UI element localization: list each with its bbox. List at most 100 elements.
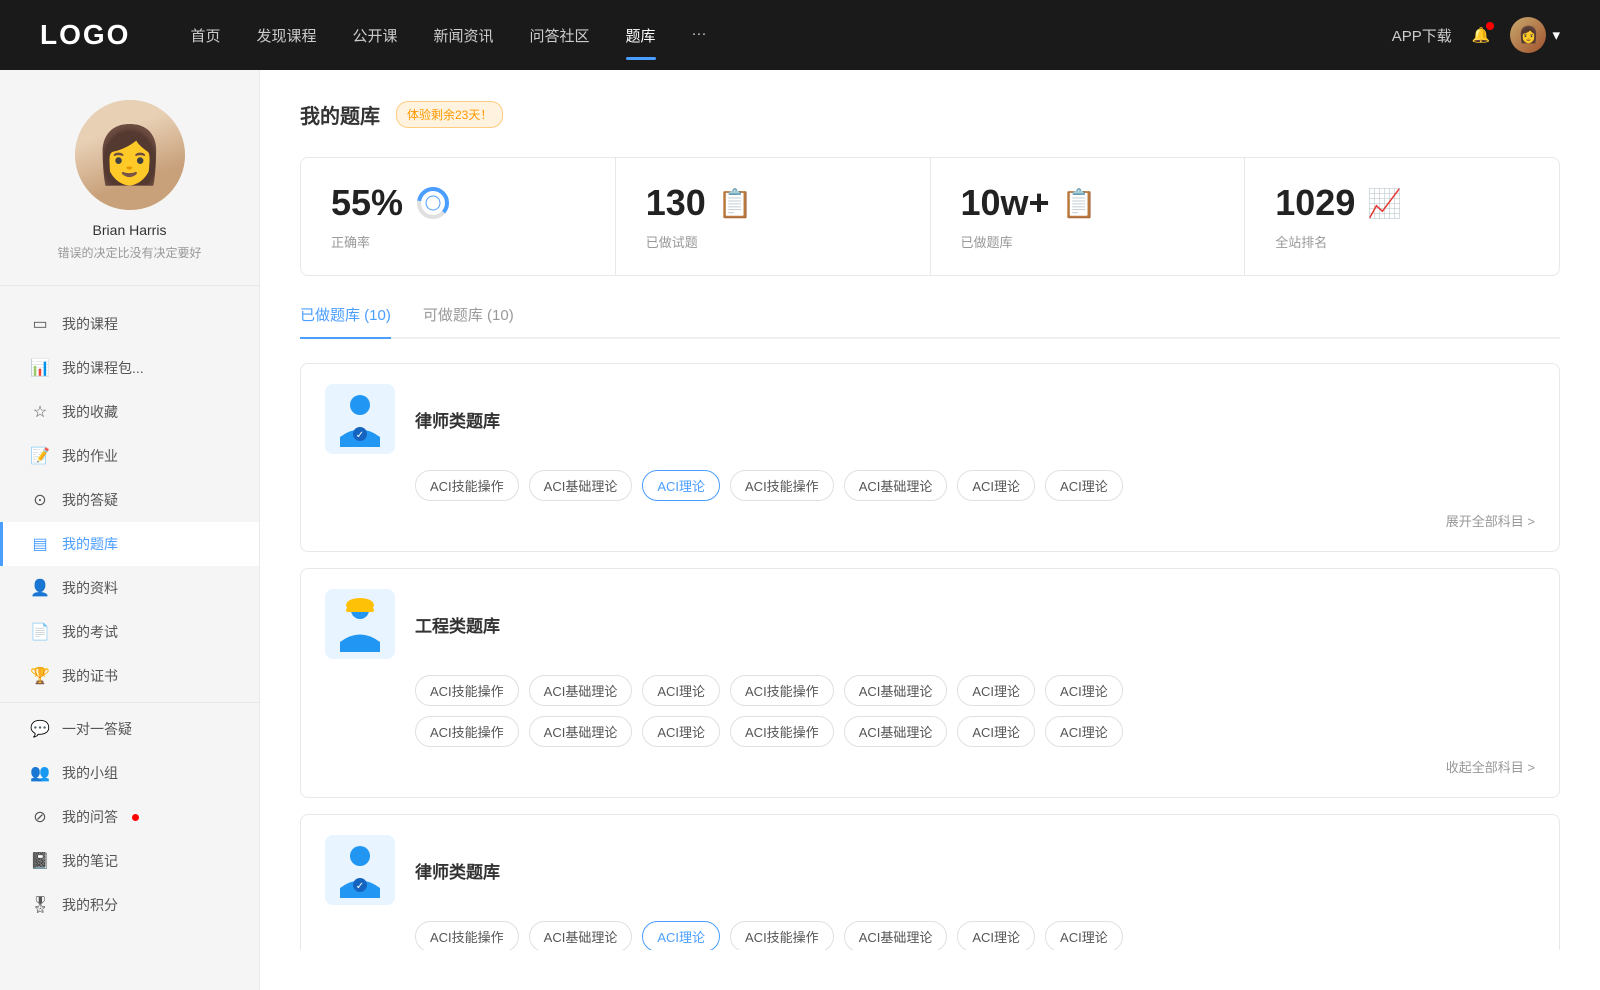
sidebar-item-label: 我的小组 bbox=[62, 763, 118, 783]
tag-item[interactable]: ACI技能操作 bbox=[730, 675, 834, 706]
homework-icon: 📝 bbox=[30, 446, 50, 466]
sidebar-menu: ▭ 我的课程 📊 我的课程包... ☆ 我的收藏 📝 我的作业 ⊙ 我的答疑 ▤ bbox=[0, 286, 259, 943]
accuracy-chart-icon bbox=[415, 185, 451, 221]
tag-item[interactable]: ACI技能操作 bbox=[415, 470, 519, 501]
sidebar: 👩 Brian Harris 错误的决定比没有决定要好 ▭ 我的课程 📊 我的课… bbox=[0, 70, 260, 990]
notification-badge bbox=[1486, 22, 1494, 30]
qbank-footer: 收起全部科目 > bbox=[325, 757, 1535, 777]
stat-number-accuracy: 55% bbox=[331, 182, 403, 224]
expand-button[interactable]: 展开全部科目 > bbox=[1446, 514, 1535, 529]
collapse-button[interactable]: 收起全部科目 > bbox=[1446, 760, 1535, 775]
sidebar-item-label: 我的课程 bbox=[62, 314, 118, 334]
tag-item[interactable]: ACI理论 bbox=[1045, 716, 1123, 747]
profile-name: Brian Harris bbox=[93, 222, 167, 238]
tag-item[interactable]: ACI技能操作 bbox=[415, 716, 519, 747]
sidebar-item-points[interactable]: 🎖 我的积分 bbox=[0, 883, 259, 927]
exam-icon: 📄 bbox=[30, 622, 50, 642]
sidebar-item-label: 我的积分 bbox=[62, 895, 118, 915]
tag-item[interactable]: ACI技能操作 bbox=[730, 716, 834, 747]
favorites-icon: ☆ bbox=[30, 402, 50, 422]
nav-opencourse[interactable]: 公开课 bbox=[352, 21, 397, 50]
nav-news[interactable]: 新闻资讯 bbox=[434, 21, 494, 50]
sidebar-item-notes[interactable]: 📓 我的笔记 bbox=[0, 839, 259, 883]
course-pack-icon: 📊 bbox=[30, 358, 50, 378]
sidebar-item-course-pack[interactable]: 📊 我的课程包... bbox=[0, 346, 259, 390]
certificate-icon: 🏆 bbox=[30, 666, 50, 686]
tag-item[interactable]: ACI技能操作 bbox=[415, 921, 519, 950]
sidebar-item-certificate[interactable]: 🏆 我的证书 bbox=[0, 654, 259, 698]
sidebar-item-label: 一对一答疑 bbox=[62, 719, 132, 739]
main-header: LOGO 首页 发现课程 公开课 新闻资讯 问答社区 题库 ··· APP下载 … bbox=[0, 0, 1600, 70]
tag-item[interactable]: ACI基础理论 bbox=[844, 921, 948, 950]
tag-item[interactable]: ACI理论 bbox=[1045, 470, 1123, 501]
sidebar-item-favorites[interactable]: ☆ 我的收藏 bbox=[0, 390, 259, 434]
sidebar-item-questions[interactable]: ⊙ 我的答疑 bbox=[0, 478, 259, 522]
tag-item[interactable]: ACI理论 bbox=[957, 675, 1035, 706]
main-layout: 👩 Brian Harris 错误的决定比没有决定要好 ▭ 我的课程 📊 我的课… bbox=[0, 70, 1600, 990]
qbank-icon: ▤ bbox=[30, 534, 50, 554]
tag-item[interactable]: ACI理论 bbox=[957, 470, 1035, 501]
qbank-tags: ACI技能操作 ACI基础理论 ACI理论 ACI技能操作 ACI基础理论 AC… bbox=[325, 470, 1535, 501]
sidebar-item-exam[interactable]: 📄 我的考试 bbox=[0, 610, 259, 654]
tag-item[interactable]: ACI基础理论 bbox=[529, 675, 633, 706]
sidebar-item-label: 我的答疑 bbox=[62, 490, 118, 510]
done-questions-icon: 📋 bbox=[718, 187, 753, 220]
tag-item-active[interactable]: ACI理论 bbox=[642, 470, 720, 501]
tab-done[interactable]: 已做题库 (10) bbox=[300, 304, 391, 337]
profile-icon: 👤 bbox=[30, 578, 50, 598]
tag-item[interactable]: ACI基础理论 bbox=[844, 470, 948, 501]
stat-number-done-q: 130 bbox=[646, 182, 706, 224]
tag-item[interactable]: ACI技能操作 bbox=[730, 921, 834, 950]
qbank-tags-row2: ACI技能操作 ACI基础理论 ACI理论 ACI技能操作 ACI基础理论 AC… bbox=[325, 716, 1535, 747]
lawyer-icon-2: ✓ bbox=[335, 843, 385, 898]
questions-icon: ⊙ bbox=[30, 490, 50, 510]
nav-qa[interactable]: 问答社区 bbox=[530, 21, 590, 50]
nav-home[interactable]: 首页 bbox=[190, 21, 220, 50]
nav-qbank[interactable]: 题库 bbox=[626, 21, 656, 50]
notification-bell[interactable]: 🔔 bbox=[1472, 26, 1491, 44]
sidebar-item-label: 我的作业 bbox=[62, 446, 118, 466]
qbank-icon-wrap: ✓ bbox=[325, 384, 395, 454]
sidebar-item-my-courses[interactable]: ▭ 我的课程 bbox=[0, 302, 259, 346]
sidebar-item-profile[interactable]: 👤 我的资料 bbox=[0, 566, 259, 610]
qbank-title: 律师类题库 bbox=[415, 858, 500, 883]
profile-motto: 错误的决定比没有决定要好 bbox=[57, 244, 201, 261]
qbank-card-engineer: 工程类题库 ACI技能操作 ACI基础理论 ACI理论 ACI技能操作 ACI基… bbox=[300, 568, 1560, 798]
main-nav: 首页 发现课程 公开课 新闻资讯 问答社区 题库 ··· bbox=[190, 21, 1391, 50]
tag-item[interactable]: ACI技能操作 bbox=[415, 675, 519, 706]
tag-item[interactable]: ACI理论 bbox=[642, 675, 720, 706]
tag-item[interactable]: ACI基础理论 bbox=[844, 716, 948, 747]
sidebar-item-label: 我的题库 bbox=[62, 534, 118, 554]
nav-more[interactable]: ··· bbox=[692, 21, 707, 50]
svg-text:✓: ✓ bbox=[356, 881, 364, 892]
tag-item[interactable]: ACI理论 bbox=[1045, 675, 1123, 706]
stat-label-done-q: 已做试题 bbox=[646, 232, 900, 251]
sidebar-item-one-on-one[interactable]: 💬 一对一答疑 bbox=[0, 707, 259, 751]
qbank-card-header: ✓ 律师类题库 bbox=[325, 384, 1535, 454]
user-avatar-header[interactable]: 👩 ▾ bbox=[1510, 17, 1560, 53]
tag-item[interactable]: ACI基础理论 bbox=[529, 921, 633, 950]
stat-done-banks: 10w+ 📋 已做题库 bbox=[931, 158, 1246, 275]
tag-item[interactable]: ACI技能操作 bbox=[730, 470, 834, 501]
my-qa-icon: ⊘ bbox=[30, 807, 50, 827]
logo[interactable]: LOGO bbox=[40, 19, 130, 51]
sidebar-item-qbank[interactable]: ▤ 我的题库 bbox=[0, 522, 259, 566]
tag-item[interactable]: ACI基础理论 bbox=[529, 716, 633, 747]
tag-item-active[interactable]: ACI理论 bbox=[642, 921, 720, 950]
tag-item[interactable]: ACI理论 bbox=[957, 716, 1035, 747]
tag-item[interactable]: ACI理论 bbox=[957, 921, 1035, 950]
sidebar-item-my-qa[interactable]: ⊘ 我的问答 bbox=[0, 795, 259, 839]
tag-item[interactable]: ACI基础理论 bbox=[529, 470, 633, 501]
app-download-link[interactable]: APP下载 bbox=[1392, 25, 1452, 46]
qbank-tags: ACI技能操作 ACI基础理论 ACI理论 ACI技能操作 ACI基础理论 AC… bbox=[325, 921, 1535, 950]
tag-item[interactable]: ACI理论 bbox=[642, 716, 720, 747]
sidebar-item-homework[interactable]: 📝 我的作业 bbox=[0, 434, 259, 478]
sidebar-item-label: 我的笔记 bbox=[62, 851, 118, 871]
tab-available[interactable]: 可做题库 (10) bbox=[423, 304, 514, 337]
rank-icon: 📈 bbox=[1367, 187, 1402, 220]
points-icon: 🎖 bbox=[30, 895, 50, 915]
sidebar-item-group[interactable]: 👥 我的小组 bbox=[0, 751, 259, 795]
tag-item[interactable]: ACI理论 bbox=[1045, 921, 1123, 950]
nav-discover[interactable]: 发现课程 bbox=[256, 21, 316, 50]
tag-item[interactable]: ACI基础理论 bbox=[844, 675, 948, 706]
